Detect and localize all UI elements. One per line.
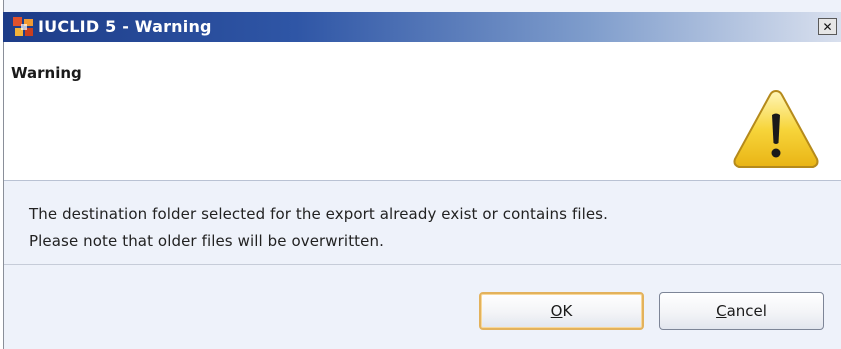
window-title: IUCLID 5 - Warning (38, 17, 212, 36)
title-bar[interactable]: IUCLID 5 - Warning ✕ (3, 12, 841, 42)
ok-button[interactable]: OK (479, 292, 644, 330)
cancel-button[interactable]: Cancel (659, 292, 824, 330)
close-icon: ✕ (822, 19, 833, 34)
close-button[interactable]: ✕ (818, 18, 837, 35)
warning-icon (733, 89, 819, 168)
message-line-1: The destination folder selected for the … (29, 205, 608, 223)
warning-dialog: IUCLID 5 - Warning ✕ Warning The destina… (0, 0, 841, 349)
ok-button-label: OK (550, 302, 573, 320)
button-bar: OK Cancel (4, 265, 841, 349)
iuclid-logo-icon (13, 17, 33, 36)
header-title: Warning (11, 64, 82, 82)
dialog-header: Warning (4, 42, 841, 181)
message-panel: The destination folder selected for the … (4, 181, 841, 265)
cancel-button-label: Cancel (716, 302, 767, 320)
message-line-2: Please note that older files will be ove… (29, 232, 384, 250)
